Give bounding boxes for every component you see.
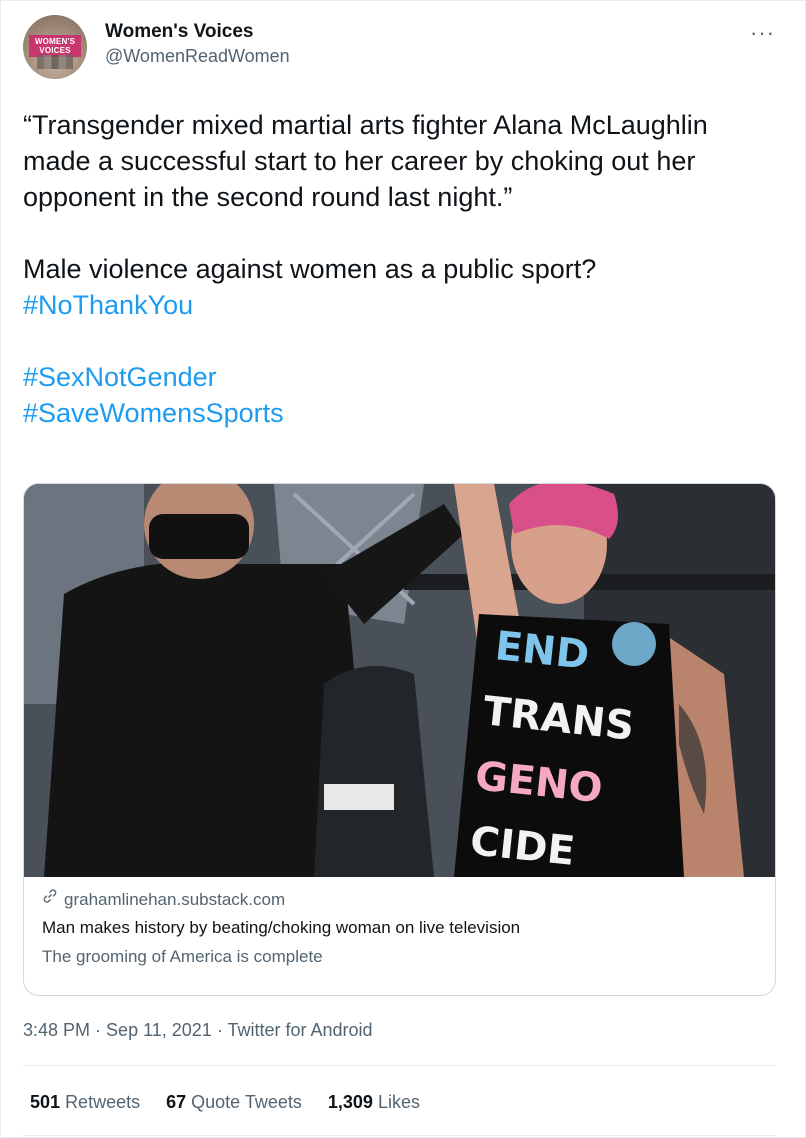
quote-tweets-label: Quote Tweets (191, 1092, 302, 1112)
retweets-stat[interactable]: 501 Retweets (30, 1089, 140, 1115)
hashtag-savewomenssports[interactable]: #SaveWomensSports (23, 398, 284, 428)
tweet-header: WOMEN'S VOICES Women's Voices @WomenRead… (23, 15, 290, 79)
retweets-count: 501 (30, 1092, 61, 1112)
divider (23, 1065, 776, 1066)
tweet-stats: 501 Retweets 67 Quote Tweets 1,309 Likes (30, 1089, 420, 1115)
separator: · (90, 1020, 107, 1040)
likes-count: 1,309 (327, 1092, 373, 1112)
card-meta: grahamlinehan.substack.com Man makes his… (24, 877, 775, 971)
likes-label: Likes (377, 1092, 420, 1112)
author-names: Women's Voices @WomenReadWomen (105, 20, 290, 68)
author-handle[interactable]: @WomenReadWomen (105, 44, 290, 68)
divider (23, 1135, 776, 1136)
tweet-quote: “Transgender mixed martial arts fighter … (23, 110, 708, 212)
separator: · (211, 1020, 228, 1040)
link-icon (42, 887, 58, 913)
link-card[interactable]: END TRANS GENO CIDE grahamlinehan.substa… (23, 483, 776, 996)
more-horizontal-icon[interactable]: ··· (750, 22, 775, 44)
tweet-source[interactable]: Twitter for Android (227, 1020, 372, 1040)
avatar-image (37, 55, 73, 69)
card-domain-line: grahamlinehan.substack.com (42, 887, 757, 913)
card-description: The grooming of America is complete (42, 947, 323, 966)
card-image[interactable]: END TRANS GENO CIDE (24, 484, 775, 877)
author-display-name[interactable]: Women's Voices (105, 20, 290, 44)
retweets-label: Retweets (65, 1092, 141, 1112)
avatar[interactable]: WOMEN'S VOICES (23, 15, 87, 79)
tweet-question: Male violence against women as a public … (23, 254, 597, 284)
card-title: Man makes history by beating/choking wom… (42, 918, 521, 937)
hashtag-nothankyou[interactable]: #NoThankYou (23, 290, 193, 320)
hashtag-sexnotgender[interactable]: #SexNotGender (23, 362, 217, 392)
likes-stat[interactable]: 1,309 Likes (328, 1089, 420, 1115)
card-domain: grahamlinehan.substack.com (64, 890, 286, 909)
shirt-text-line: END (493, 623, 591, 679)
tweet-text: “Transgender mixed martial arts fighter … (23, 107, 763, 431)
quote-tweets-count: 67 (166, 1092, 187, 1112)
tweet: WOMEN'S VOICES Women's Voices @WomenRead… (0, 0, 806, 1138)
quote-tweets-stat[interactable]: 67 Quote Tweets (166, 1089, 302, 1115)
card-photo: END TRANS GENO CIDE (24, 484, 775, 877)
tweet-date[interactable]: Sep 11, 2021 (106, 1020, 212, 1040)
avatar-badge-text: WOMEN'S VOICES (29, 35, 81, 57)
tweet-timestamp: 3:48 PM · Sep 11, 2021 · Twitter for And… (23, 1017, 373, 1043)
tweet-time[interactable]: 3:48 PM (23, 1020, 90, 1040)
